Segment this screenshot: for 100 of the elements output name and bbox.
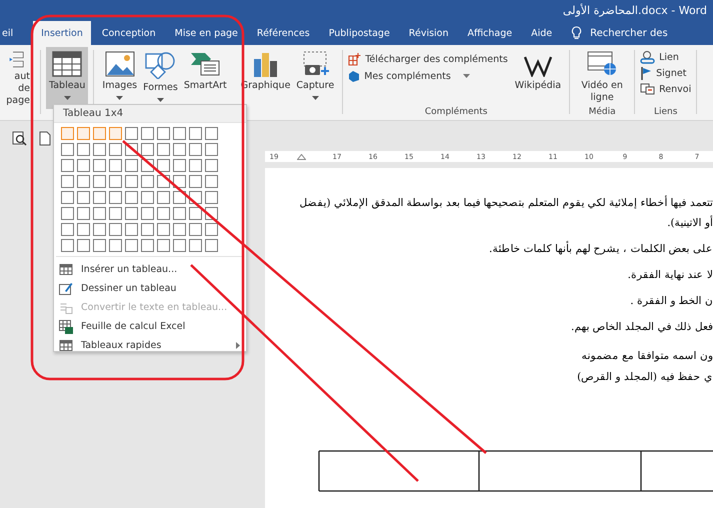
grid-cell[interactable] [141, 127, 154, 140]
menu-item[interactable]: Tableaux rapides [54, 336, 246, 355]
grid-cell[interactable] [205, 175, 218, 188]
page-break-button[interactable]: aut de page [0, 47, 30, 107]
menu-item[interactable]: Feuille de calcul Excel [54, 317, 246, 336]
grid-cell[interactable] [125, 223, 138, 236]
grid-cell[interactable] [189, 191, 202, 204]
grid-cell[interactable] [93, 175, 106, 188]
grid-cell[interactable] [125, 239, 138, 252]
page-icon[interactable] [39, 131, 51, 146]
ribbon-tab[interactable]: eil [0, 21, 22, 45]
grid-cell[interactable] [109, 207, 122, 220]
grid-cell[interactable] [205, 127, 218, 140]
grid-cell[interactable] [157, 143, 170, 156]
grid-cell[interactable] [93, 143, 106, 156]
grid-cell[interactable] [77, 143, 90, 156]
wikipedia-button[interactable]: Wikipédia [512, 47, 564, 107]
grid-cell[interactable] [109, 239, 122, 252]
get-addins-button[interactable]: Télécharger des compléments [348, 53, 508, 66]
ribbon-tab[interactable]: Mise en page [166, 21, 246, 45]
grid-cell[interactable] [173, 223, 186, 236]
grid-cell[interactable] [189, 143, 202, 156]
grid-cell[interactable] [173, 175, 186, 188]
search-icon[interactable] [12, 131, 27, 146]
grid-cell[interactable] [77, 207, 90, 220]
grid-cell[interactable] [141, 143, 154, 156]
grid-cell[interactable] [61, 207, 74, 220]
grid-cell[interactable] [93, 223, 106, 236]
indent-marker-icon[interactable] [296, 154, 306, 160]
grid-cell[interactable] [61, 127, 74, 140]
my-addins-button[interactable]: Mes compléments [348, 70, 508, 82]
grid-cell[interactable] [189, 175, 202, 188]
grid-cell[interactable] [93, 159, 106, 172]
grid-cell[interactable] [205, 191, 218, 204]
grid-cell[interactable] [173, 159, 186, 172]
cross-reference-button[interactable]: Renvoi [640, 83, 692, 95]
grid-cell[interactable] [61, 159, 74, 172]
grid-cell[interactable] [189, 239, 202, 252]
grid-cell[interactable] [77, 239, 90, 252]
grid-cell[interactable] [77, 175, 90, 188]
ribbon-tab[interactable]: Conception [94, 21, 164, 45]
menu-item[interactable]: Insérer un tableau... [54, 260, 246, 279]
grid-cell[interactable] [109, 175, 122, 188]
grid-cell[interactable] [77, 223, 90, 236]
online-video-button[interactable]: Vidéo en ligne [575, 47, 630, 107]
grid-cell[interactable] [189, 127, 202, 140]
grid-cell[interactable] [93, 239, 106, 252]
grid-cell[interactable] [157, 223, 170, 236]
grid-cell[interactable] [189, 207, 202, 220]
grid-cell[interactable] [141, 175, 154, 188]
table-button[interactable]: Tableau [46, 47, 88, 109]
grid-cell[interactable] [77, 159, 90, 172]
grid-cell[interactable] [93, 127, 106, 140]
grid-cell[interactable] [61, 239, 74, 252]
grid-cell[interactable] [205, 239, 218, 252]
grid-cell[interactable] [61, 143, 74, 156]
grid-cell[interactable] [109, 143, 122, 156]
grid-cell[interactable] [157, 191, 170, 204]
grid-cell[interactable] [141, 159, 154, 172]
grid-cell[interactable] [157, 207, 170, 220]
grid-cell[interactable] [141, 223, 154, 236]
grid-cell[interactable] [173, 207, 186, 220]
grid-cell[interactable] [157, 239, 170, 252]
ribbon-tab[interactable]: Aide [523, 21, 560, 45]
ribbon-tab[interactable]: Affichage [460, 21, 520, 45]
grid-cell[interactable] [125, 207, 138, 220]
ribbon-tab[interactable]: Références [248, 21, 318, 45]
tell-me-search[interactable]: Rechercher des [590, 28, 668, 38]
grid-cell[interactable] [189, 223, 202, 236]
grid-cell[interactable] [125, 191, 138, 204]
screenshot-button[interactable]: Capture [293, 47, 338, 107]
grid-cell[interactable] [77, 127, 90, 140]
grid-cell[interactable] [109, 127, 122, 140]
grid-cell[interactable] [109, 159, 122, 172]
grid-cell[interactable] [109, 191, 122, 204]
lightbulb-icon[interactable] [571, 26, 582, 40]
grid-cell[interactable] [173, 191, 186, 204]
grid-cell[interactable] [157, 159, 170, 172]
grid-cell[interactable] [93, 191, 106, 204]
grid-cell[interactable] [205, 207, 218, 220]
grid-cell[interactable] [141, 191, 154, 204]
grid-cell[interactable] [61, 191, 74, 204]
bookmark-button[interactable]: Signet [640, 67, 692, 80]
grid-cell[interactable] [93, 207, 106, 220]
ribbon-tab[interactable]: Insertion [33, 21, 91, 45]
link-button[interactable]: Lien [640, 51, 692, 64]
grid-cell[interactable] [205, 159, 218, 172]
grid-cell[interactable] [125, 175, 138, 188]
ribbon-tab[interactable]: Révision [400, 21, 456, 45]
grid-cell[interactable] [77, 191, 90, 204]
grid-cell[interactable] [173, 143, 186, 156]
grid-cell[interactable] [173, 127, 186, 140]
grid-cell[interactable] [205, 223, 218, 236]
grid-cell[interactable] [205, 143, 218, 156]
grid-cell[interactable] [189, 159, 202, 172]
menu-item[interactable]: Dessiner un tableau [54, 279, 246, 298]
grid-cell[interactable] [125, 127, 138, 140]
grid-cell[interactable] [61, 175, 74, 188]
ribbon-tab[interactable]: Publipostage [320, 21, 398, 45]
grid-cell[interactable] [173, 239, 186, 252]
